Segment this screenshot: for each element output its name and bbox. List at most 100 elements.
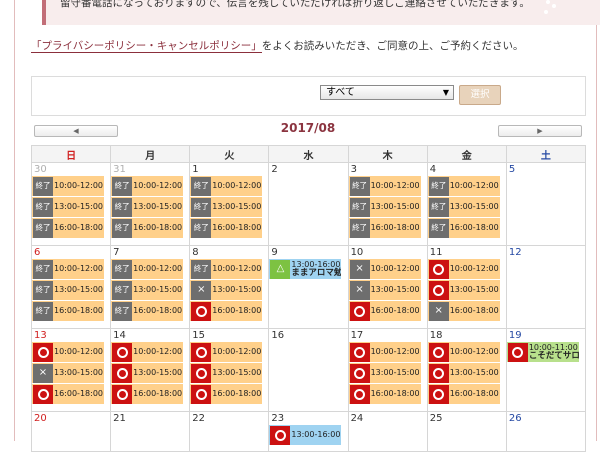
time-slot[interactable]: 13:00-15:00 bbox=[190, 363, 263, 384]
time-slot: 終了 10:00-12:00 bbox=[348, 176, 421, 197]
day-number: 17 bbox=[350, 330, 364, 341]
time-slot[interactable]: 16:00-18:00 bbox=[32, 384, 104, 405]
time-slot: 終了 13:00-15:00 bbox=[348, 197, 421, 218]
available-circle-icon bbox=[112, 363, 133, 383]
policy-link[interactable]: 「プライバシーポリシー・キャンセルポリシー」 bbox=[31, 40, 262, 53]
time-slot[interactable]: 13:00-16:00 bbox=[269, 425, 342, 446]
time-slot: 終了 16:00-18:00 bbox=[348, 218, 421, 239]
status-done-badge: 終了 bbox=[428, 218, 449, 238]
time-slot[interactable]: 13:00-15:00 bbox=[427, 363, 500, 384]
day-number: 31 bbox=[113, 164, 126, 175]
slot-time: 16:00-18:00 bbox=[212, 223, 262, 232]
status-done-badge: 終了 bbox=[33, 301, 53, 321]
time-slot[interactable]: 16:00-18:00 bbox=[111, 384, 184, 405]
slot-time: 13:00-15:00 bbox=[449, 368, 499, 377]
available-circle-icon bbox=[428, 363, 449, 383]
time-slot[interactable]: 16:00-18:00 bbox=[190, 384, 263, 405]
available-circle-icon bbox=[270, 425, 291, 445]
time-slot[interactable]: 16:00-18:00 bbox=[348, 384, 421, 405]
slot-time: 13:00-16:00 bbox=[291, 430, 341, 439]
weekday-header: 金 bbox=[426, 145, 507, 163]
calendar-day-cell: 8 終了 10:00-12:00 × 13:00-15:00 16:00-18:00 bbox=[189, 245, 270, 329]
calendar-week-row: 20 21 22 23 13:00-16:00 24 25 26 bbox=[30, 411, 587, 452]
full-cross-icon: × bbox=[33, 363, 53, 383]
calendar-week-row: 13 10:00-12:00 × 13:00-15:00 16:00-18:00 14 10… bbox=[30, 328, 587, 412]
time-slot: 終了 10:00-12:00 bbox=[427, 176, 500, 197]
time-slot[interactable]: 16:00-18:00 bbox=[427, 384, 500, 405]
available-circle-icon bbox=[33, 384, 53, 404]
slot-time: 10:00-12:00 bbox=[212, 347, 262, 356]
time-slot[interactable]: 10:00-12:00 bbox=[348, 342, 421, 363]
calendar-day-cell: 18 10:00-12:00 13:00-15:00 16:00-18:00 bbox=[426, 328, 507, 412]
time-slot[interactable]: 16:00-18:00 bbox=[348, 301, 421, 322]
category-select[interactable]: すべて ▼ bbox=[320, 85, 454, 100]
select-button[interactable]: 選択 bbox=[459, 85, 501, 105]
time-slot[interactable]: 10:00-12:00 bbox=[427, 259, 500, 280]
slot-time: 10:00-12:00 bbox=[212, 264, 262, 273]
available-circle-icon bbox=[349, 301, 370, 321]
time-slot[interactable]: 10:00-12:00 bbox=[427, 342, 500, 363]
slot-time: 13:00-15:00 bbox=[449, 202, 499, 211]
time-slot[interactable]: 13:00-15:00 bbox=[348, 363, 421, 384]
time-slot: 終了 13:00-15:00 bbox=[111, 280, 184, 301]
available-circle-icon bbox=[428, 280, 449, 300]
time-slot: × 13:00-15:00 bbox=[190, 280, 263, 301]
status-done-badge: 終了 bbox=[428, 176, 449, 196]
slot-time: 16:00-18:00 bbox=[54, 306, 103, 315]
slot-time: 10:00-12:00 bbox=[370, 347, 420, 356]
time-slot: 終了 16:00-18:00 bbox=[111, 301, 184, 322]
calendar-day-cell: 7 終了 10:00-12:00 終了 13:00-15:00 終了 16:00-18:00 bbox=[110, 245, 191, 329]
day-number: 14 bbox=[113, 330, 126, 341]
available-circle-icon bbox=[191, 342, 212, 362]
status-done-badge: 終了 bbox=[112, 301, 133, 321]
slot-time: 16:00-18:00 bbox=[54, 223, 103, 232]
event-title: こそだてサロン bbox=[528, 351, 579, 361]
time-slot[interactable]: 13:00-15:00 bbox=[427, 280, 500, 301]
time-slot[interactable]: △13:00-16:00ままアロマ勉強 bbox=[269, 259, 342, 280]
status-done-badge: 終了 bbox=[349, 197, 370, 217]
full-cross-icon: × bbox=[349, 280, 370, 300]
phone-notice: 留守番電話になっておりますので、伝言を残していただければ折り返しご連絡させていた… bbox=[42, 0, 600, 25]
calendar-day-cell: 24 bbox=[347, 411, 428, 452]
time-slot: 終了 13:00-15:00 bbox=[427, 197, 500, 218]
slot-time: 16:00-18:00 bbox=[212, 306, 262, 315]
day-number: 1 bbox=[192, 164, 199, 175]
available-circle-icon bbox=[349, 342, 370, 362]
day-number: 15 bbox=[192, 330, 206, 341]
slot-time: 13:00-15:00 bbox=[133, 202, 183, 211]
day-number: 30 bbox=[34, 164, 47, 175]
calendar-day-cell: 23 13:00-16:00 bbox=[268, 411, 349, 452]
calendar-day-cell: 10 × 10:00-12:00 × 13:00-15:00 16:00-18:00 bbox=[347, 245, 428, 329]
slot-time: 16:00-18:00 bbox=[212, 389, 262, 398]
status-done-badge: 終了 bbox=[33, 280, 53, 300]
slot-time: 13:00-15:00 bbox=[212, 285, 262, 294]
status-done-badge: 終了 bbox=[191, 197, 212, 217]
time-slot: 終了 13:00-15:00 bbox=[32, 280, 104, 301]
time-slot[interactable]: 10:00-12:00 bbox=[32, 342, 104, 363]
status-done-badge: 終了 bbox=[349, 176, 370, 196]
time-slot: × 16:00-18:00 bbox=[427, 301, 500, 322]
slot-time: 13:00-15:00 bbox=[54, 368, 103, 377]
day-number: 21 bbox=[113, 413, 126, 424]
status-done-badge: 終了 bbox=[112, 176, 133, 196]
weekday-header-row: 日月火水木金土 bbox=[30, 145, 587, 163]
prev-month-button[interactable]: ◀ bbox=[34, 125, 118, 137]
weekday-header: 月 bbox=[110, 145, 191, 163]
time-slot[interactable]: 16:00-18:00 bbox=[190, 301, 263, 322]
time-slot[interactable]: 10:00-11:00こそだてサロン bbox=[506, 342, 579, 363]
day-number: 26 bbox=[508, 413, 522, 424]
next-month-button[interactable]: ▶ bbox=[498, 125, 582, 137]
time-slot: 終了 16:00-18:00 bbox=[190, 218, 263, 239]
time-slot: 終了 10:00-12:00 bbox=[32, 176, 104, 197]
weekday-header: 火 bbox=[189, 145, 270, 163]
calendar-day-cell: 20 bbox=[30, 411, 112, 452]
slot-time: 13:00-15:00 bbox=[54, 202, 103, 211]
day-number: 9 bbox=[271, 247, 278, 258]
time-slot[interactable]: 10:00-12:00 bbox=[111, 342, 184, 363]
calendar-day-cell: 13 10:00-12:00 × 13:00-15:00 16:00-18:00 bbox=[30, 328, 112, 412]
time-slot[interactable]: 13:00-15:00 bbox=[111, 363, 184, 384]
slot-time: 16:00-18:00 bbox=[370, 223, 420, 232]
time-slot: × 13:00-15:00 bbox=[348, 280, 421, 301]
time-slot: 終了 13:00-15:00 bbox=[32, 197, 104, 218]
time-slot[interactable]: 10:00-12:00 bbox=[190, 342, 263, 363]
